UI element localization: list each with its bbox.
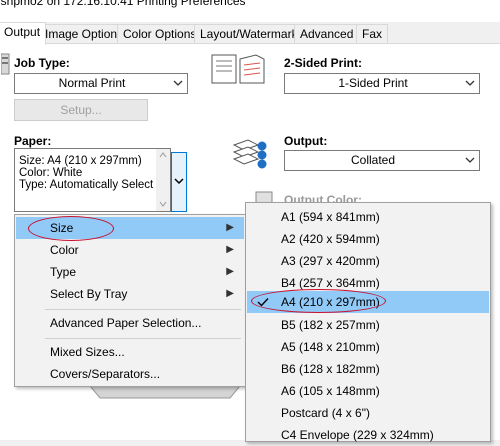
setup-button[interactable]: Setup...	[14, 99, 148, 121]
paper-label: Paper:	[14, 134, 52, 148]
tab-output[interactable]: Output	[0, 22, 47, 45]
menu-item-covers-separators[interactable]: Covers/Separators...	[16, 363, 244, 385]
chevron-down-icon	[173, 80, 183, 86]
two-sided-print-dropdown[interactable]: 1-Sided Print	[284, 73, 480, 94]
paper-summary-box: Size: A4 (210 x 297mm) Color: White Type…	[14, 148, 171, 212]
annotation-circle-a4	[251, 289, 386, 313]
job-type-icon	[1, 53, 10, 75]
size-option[interactable]: B6 (128 x 182mm)	[247, 358, 489, 380]
tab-color-options[interactable]: Color Options	[117, 24, 203, 44]
output-label: Output:	[284, 134, 328, 148]
two-sided-print-value: 1-Sided Print	[338, 76, 408, 90]
output-dropdown[interactable]: Collated	[284, 150, 480, 171]
submenu-arrow-icon: ▶	[226, 244, 234, 255]
size-option[interactable]: C4 Envelope (229 x 324mm)	[247, 424, 489, 446]
size-option[interactable]: A5 (148 x 210mm)	[247, 336, 489, 358]
size-option[interactable]: A1 (594 x 841mm)	[247, 206, 489, 228]
menu-item-mixed-sizes[interactable]: Mixed Sizes...	[16, 341, 244, 363]
two-sided-print-label: 2-Sided Print:	[284, 56, 363, 70]
chevron-down-icon	[174, 178, 184, 185]
tab-image-options[interactable]: Image Options	[39, 24, 130, 44]
output-value: Collated	[350, 153, 396, 167]
menu-separator	[45, 338, 241, 339]
chevron-down-icon	[465, 157, 475, 163]
size-submenu: A1 (594 x 841mm) A2 (420 x 594mm) A3 (29…	[245, 202, 491, 442]
job-type-value: Normal Print	[58, 76, 126, 90]
window-title-bar: ishpmo2 on 172.16.10.41 Printing Prefere…	[0, 0, 500, 22]
tab-advanced[interactable]: Advanced	[294, 24, 360, 44]
annotation-circle-size	[28, 216, 114, 241]
tab-fax[interactable]: Fax	[356, 24, 389, 44]
menu-item-advanced-paper-selection[interactable]: Advanced Paper Selection...	[16, 312, 244, 334]
window-title: ishpmo2 on 172.16.10.41 Printing Prefere…	[0, 0, 246, 8]
tab-layout-watermark[interactable]: Layout/Watermark	[194, 24, 304, 44]
size-option[interactable]: A6 (105 x 148mm)	[247, 380, 489, 402]
paper-type-line: Type: Automatically Select	[19, 179, 154, 191]
paper-color-line: Color: White	[19, 167, 83, 179]
chevron-down-icon	[465, 80, 475, 86]
size-option[interactable]: A2 (420 x 594mm)	[247, 228, 489, 250]
tab-bar: Output Image Options Color Options Layou…	[0, 22, 500, 45]
paper-box-scrollbar[interactable]	[156, 149, 170, 211]
menu-item-select-by-tray[interactable]: Select By Tray ▶	[16, 283, 244, 305]
scroll-up-icon[interactable]	[159, 152, 167, 158]
two-sided-print-icon	[211, 54, 265, 84]
submenu-arrow-icon: ▶	[226, 222, 234, 233]
submenu-arrow-icon: ▶	[226, 266, 234, 277]
size-option[interactable]: B5 (182 x 257mm)	[247, 314, 489, 336]
job-type-dropdown[interactable]: Normal Print	[14, 73, 188, 94]
output-collate-icon	[232, 139, 267, 169]
scroll-down-icon[interactable]	[159, 201, 167, 207]
submenu-arrow-icon: ▶	[226, 288, 234, 299]
menu-separator	[45, 309, 241, 310]
paper-size-line: Size: A4 (210 x 297mm)	[19, 155, 142, 167]
job-type-label: Job Type:	[14, 56, 70, 70]
paper-menu-button[interactable]	[171, 152, 187, 212]
paper-context-menu: Size ▶ Color ▶ Type ▶ Select By Tray ▶ A…	[14, 214, 246, 387]
menu-item-type[interactable]: Type ▶	[16, 261, 244, 283]
printer-preview-image	[88, 385, 242, 399]
menu-item-color[interactable]: Color ▶	[16, 239, 244, 261]
size-option[interactable]: Postcard (4 x 6")	[247, 402, 489, 424]
size-option[interactable]: A3 (297 x 420mm)	[247, 250, 489, 272]
